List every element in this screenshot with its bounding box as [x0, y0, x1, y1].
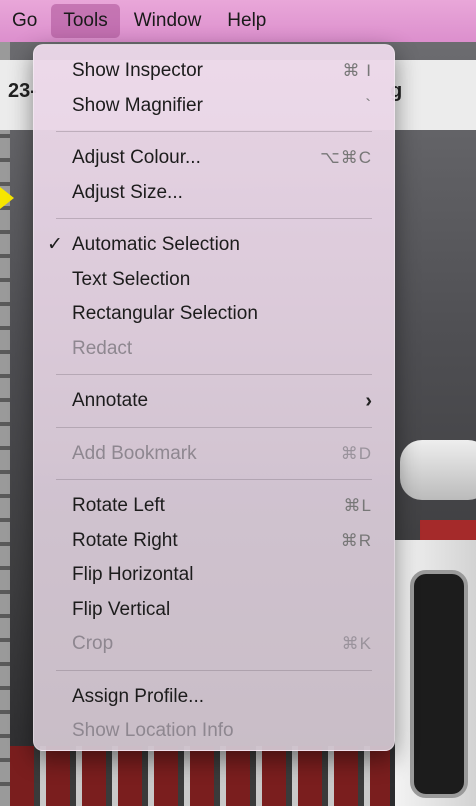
menu-item-label: Show Location Info [72, 720, 234, 741]
menu-item-label: Annotate [72, 390, 149, 411]
menu-item-assign-profile[interactable]: Assign Profile... [34, 680, 394, 715]
keyboard-shortcut: ⌘ I [342, 61, 372, 80]
keyboard-shortcut: ⌘L [343, 496, 372, 515]
tools-dropdown-menu: Show Inspector ⌘ I Show Magnifier ` Adjust C… [33, 44, 395, 751]
menu-item-rectangular-selection[interactable]: Rectangular Selection [34, 297, 394, 332]
truck-window [410, 570, 468, 798]
menu-item-annotate[interactable]: Annotate › [34, 384, 394, 419]
keyboard-shortcut: ⌘D [340, 443, 372, 463]
menu-item-adjust-colour[interactable]: Adjust Colour... ⌥⌘C [34, 141, 394, 176]
menu-item-automatic-selection[interactable]: ✓ Automatic Selection [34, 228, 394, 263]
menu-item-label: Rotate Left [72, 495, 165, 516]
photo-bottom-details [10, 746, 390, 806]
menubar-help[interactable]: Help [215, 4, 278, 38]
menu-item-label: Rotate Right [72, 529, 178, 551]
menubar-tools[interactable]: Tools [51, 4, 120, 38]
menu-item-show-location-info: Show Location Info [34, 714, 394, 749]
yellow-arrow-annotation [0, 168, 14, 228]
truck-red-stripe [420, 520, 476, 540]
menu-bar: Go Tools Window Help [0, 0, 476, 42]
menu-item-label: Adjust Colour... [72, 147, 201, 168]
menu-item-label: Flip Vertical [72, 598, 171, 620]
truck-light-bar [400, 440, 476, 500]
menu-separator [56, 218, 372, 219]
checkmark-icon: ✓ [47, 234, 63, 255]
menubar-go[interactable]: Go [0, 4, 49, 38]
menu-item-label: Rectangular Selection [72, 303, 258, 324]
menubar-window[interactable]: Window [122, 4, 214, 38]
keyboard-shortcut: ⌥⌘C [320, 148, 372, 167]
menu-item-adjust-size[interactable]: Adjust Size... [34, 176, 394, 211]
menu-separator [56, 131, 372, 132]
menu-separator [56, 426, 372, 428]
menu-item-label: Assign Profile... [72, 685, 204, 707]
menu-item-flip-horizontal[interactable]: Flip Horizontal [34, 558, 394, 593]
menu-item-label: Redact [72, 337, 133, 359]
keyboard-shortcut: ⌘K [341, 634, 372, 653]
menu-item-flip-vertical[interactable]: Flip Vertical [34, 593, 394, 628]
menu-separator [56, 669, 372, 671]
menu-item-crop: Crop ⌘K [34, 627, 394, 662]
menu-item-show-magnifier[interactable]: Show Magnifier ` [34, 89, 394, 124]
menu-item-label: Show Inspector [72, 60, 203, 81]
menu-item-label: Adjust Size... [72, 181, 183, 203]
menu-item-add-bookmark: Add Bookmark ⌘D [34, 437, 394, 472]
menu-item-label: Add Bookmark [72, 442, 197, 464]
menu-separator [56, 374, 372, 375]
menu-item-label: Show Magnifier [72, 94, 203, 116]
keyboard-shortcut: ⌘R [340, 530, 372, 550]
menu-item-label: Crop [72, 633, 114, 654]
menu-item-rotate-left[interactable]: Rotate Left ⌘L [34, 489, 394, 524]
menu-item-text-selection[interactable]: Text Selection [34, 263, 394, 298]
menu-item-label: Automatic Selection [72, 234, 240, 255]
menu-item-rotate-right[interactable]: Rotate Right ⌘R [34, 524, 394, 559]
photo-edge [0, 42, 10, 806]
menu-item-label: Flip Horizontal [72, 564, 194, 585]
chevron-right-icon: › [365, 390, 372, 412]
menu-separator [56, 479, 372, 480]
keyboard-shortcut: ` [365, 95, 372, 115]
menu-item-label: Text Selection [72, 268, 191, 290]
menu-item-redact: Redact [34, 332, 394, 367]
menu-item-show-inspector[interactable]: Show Inspector ⌘ I [34, 54, 394, 89]
